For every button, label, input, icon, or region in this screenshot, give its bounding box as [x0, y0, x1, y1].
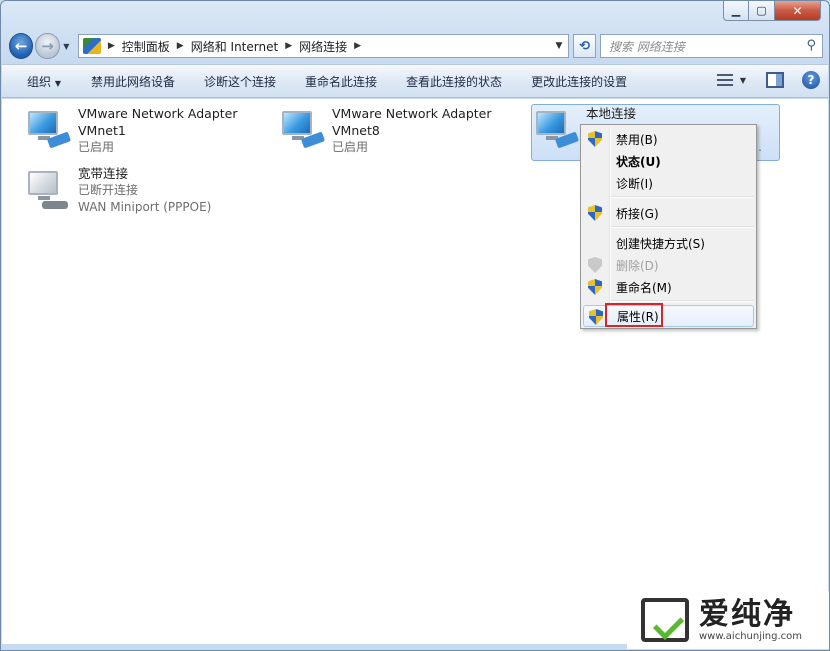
menu-item-disable[interactable]: 禁用(B) — [583, 128, 754, 150]
back-arrow-icon[interactable]: ← — [9, 33, 34, 59]
connection-status: 已启用 — [78, 140, 115, 154]
minimize-button[interactable]: ▁ — [723, 1, 749, 21]
organize-menu[interactable]: 组织 ▼ — [27, 73, 61, 90]
close-button[interactable]: ✕ — [775, 1, 821, 21]
menu-separator — [611, 226, 754, 228]
breadcrumb-network-internet[interactable]: 网络和 Internet — [191, 38, 278, 55]
menu-separator — [611, 196, 754, 198]
window-controls: ▁ ▢ ✕ — [723, 1, 821, 21]
connection-title: VMware Network Adapter — [332, 106, 492, 121]
breadcrumb-control-panel[interactable]: 控制面板 — [122, 38, 170, 55]
uac-shield-icon — [589, 309, 603, 325]
maximize-button[interactable]: ▢ — [749, 1, 775, 21]
connection-status: 已启用 — [332, 140, 369, 154]
help-icon[interactable]: ? — [802, 71, 820, 89]
menu-item-status[interactable]: 状态(U) — [583, 150, 754, 172]
explorer-window: ▁ ▢ ✕ ← → ▼ ▶ 控制面板 ▶ 网络和 Internet ▶ 网络连接… — [0, 0, 830, 651]
chevron-right-icon[interactable]: ▶ — [285, 41, 292, 51]
connection-title: VMware Network Adapter — [78, 106, 238, 121]
menu-item-delete: 删除(D) — [583, 254, 754, 276]
diagnose-button[interactable]: 诊断这个连接 — [204, 73, 276, 90]
search-input[interactable]: 搜索 网络连接 ⚲ — [599, 34, 823, 58]
uac-shield-icon — [588, 279, 602, 295]
menu-separator — [611, 300, 754, 302]
broadband-modem-icon — [24, 165, 72, 209]
refresh-icon[interactable]: ⟲ — [573, 34, 596, 58]
list-item-vmnet8[interactable]: VMware Network Adapter VMnet8 已启用 — [278, 105, 508, 161]
forward-arrow-icon[interactable]: → — [35, 33, 60, 59]
uac-shield-icon — [588, 205, 602, 221]
network-adapter-icon — [24, 105, 72, 149]
connection-subtitle: VMnet1 — [78, 123, 126, 138]
menu-item-diagnose[interactable]: 诊断(I) — [583, 172, 754, 194]
toolbar-right-controls: ▼ ? — [714, 71, 820, 89]
navigation-bar: ← → ▼ ▶ 控制面板 ▶ 网络和 Internet ▶ 网络连接 ▶ ▼ ⟲… — [9, 33, 823, 59]
address-bar[interactable]: ▶ 控制面板 ▶ 网络和 Internet ▶ 网络连接 ▶ ▼ — [77, 34, 570, 58]
breadcrumb-network-connections[interactable]: 网络连接 — [299, 38, 347, 55]
preview-pane-icon[interactable] — [766, 72, 784, 88]
list-item-vmnet1[interactable]: VMware Network Adapter VMnet1 已启用 — [24, 105, 254, 161]
watermark-logo: 爱纯净 www.aichunjing.com — [627, 591, 829, 649]
chevron-right-icon[interactable]: ▶ — [177, 41, 184, 51]
menu-item-bridge[interactable]: 桥接(G) — [583, 202, 754, 224]
connection-title: 宽带连接 — [78, 166, 129, 181]
view-options-icon[interactable] — [714, 71, 736, 89]
highlight-box — [605, 303, 663, 327]
disable-device-button[interactable]: 禁用此网络设备 — [91, 73, 175, 90]
context-menu: 禁用(B) 状态(U) 诊断(I) 桥接(G) 创建快捷方式(S) 删除(D) … — [580, 124, 757, 329]
chevron-right-icon[interactable]: ▶ — [108, 41, 115, 51]
connection-title: 本地连接 — [586, 106, 637, 121]
watermark-brand: 爱纯净 — [699, 596, 795, 632]
connection-device: WAN Miniport (PPPOE) — [78, 200, 212, 214]
watermark-url: www.aichunjing.com — [699, 630, 802, 642]
connection-subtitle: 已断开连接 — [78, 183, 139, 197]
chevron-down-icon[interactable]: ▼ — [740, 76, 746, 85]
list-item-broadband[interactable]: 宽带连接 已断开连接 WAN Miniport (PPPOE) — [24, 165, 254, 221]
rename-button[interactable]: 重命名此连接 — [305, 73, 377, 90]
network-adapter-icon — [278, 105, 326, 149]
search-icon[interactable]: ⚲ — [806, 38, 816, 53]
view-status-button[interactable]: 查看此连接的状态 — [406, 73, 502, 90]
uac-shield-icon — [588, 257, 602, 273]
address-dropdown-icon[interactable]: ▼ — [555, 41, 562, 51]
change-settings-button[interactable]: 更改此连接的设置 — [531, 73, 627, 90]
network-adapter-icon — [532, 105, 580, 149]
search-placeholder: 搜索 网络连接 — [608, 39, 685, 54]
brand-logo-icon — [641, 598, 689, 642]
connection-subtitle: VMnet8 — [332, 123, 380, 138]
uac-shield-icon — [588, 131, 602, 147]
menu-item-create-shortcut[interactable]: 创建快捷方式(S) — [583, 232, 754, 254]
command-bar: 组织 ▼ 禁用此网络设备 诊断这个连接 重命名此连接 查看此连接的状态 更改此连… — [2, 64, 828, 98]
control-panel-icon — [82, 38, 101, 54]
recent-pages-dropdown[interactable]: ▼ — [61, 42, 72, 51]
menu-item-rename[interactable]: 重命名(M) — [583, 276, 754, 298]
chevron-right-icon[interactable]: ▶ — [354, 41, 361, 51]
